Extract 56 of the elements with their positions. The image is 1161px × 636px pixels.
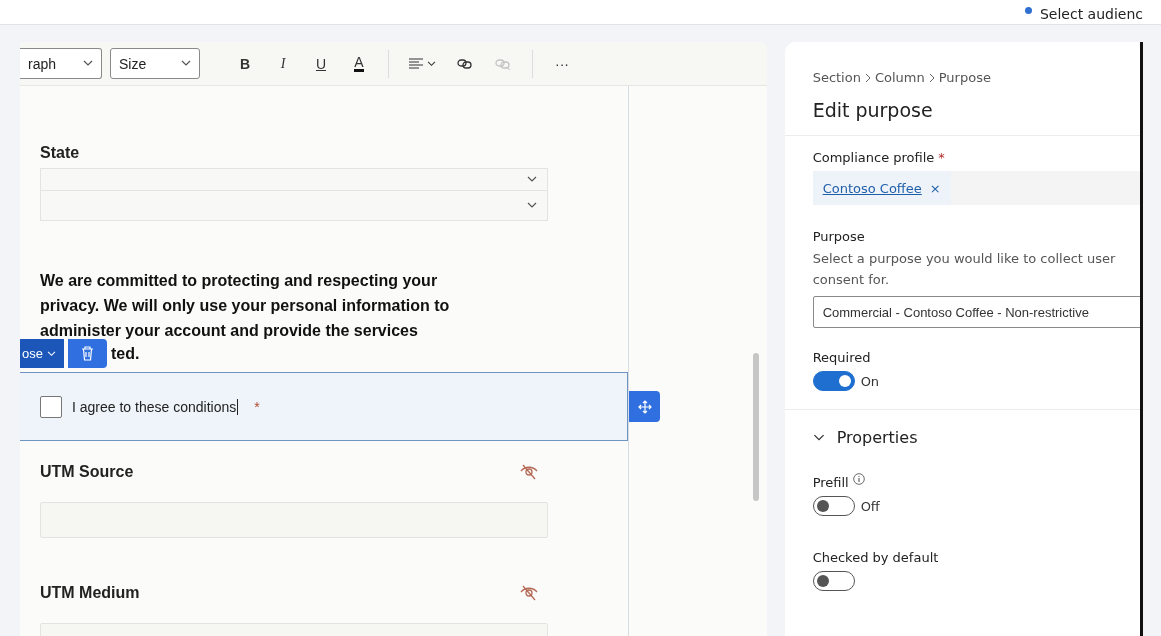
consent-checkbox-row[interactable]: I agree to these conditions * bbox=[20, 372, 628, 441]
delete-button[interactable] bbox=[67, 339, 107, 368]
size-select[interactable]: Size bbox=[110, 48, 200, 79]
field-label: UTM Medium bbox=[40, 584, 140, 602]
breadcrumb-item[interactable]: Purpose bbox=[938, 70, 991, 85]
font-color-button[interactable]: A bbox=[344, 48, 374, 79]
chevron-down-icon bbox=[427, 60, 436, 67]
toggle-state: Off bbox=[860, 498, 880, 514]
breadcrumb-item[interactable]: Section bbox=[812, 70, 861, 85]
chevron-down-icon bbox=[181, 60, 191, 67]
italic-button[interactable]: I bbox=[268, 48, 298, 79]
chevron-down-icon bbox=[83, 60, 93, 67]
field-label: State bbox=[40, 144, 81, 162]
compliance-tag[interactable]: Contoso Coffee × bbox=[812, 171, 951, 205]
toggle-switch[interactable] bbox=[812, 371, 855, 391]
chevron-down-icon bbox=[527, 202, 537, 209]
move-handle[interactable] bbox=[629, 391, 660, 422]
more-button[interactable]: ··· bbox=[547, 48, 577, 79]
field-label: UTM Source bbox=[40, 463, 134, 481]
toggle-switch[interactable] bbox=[812, 571, 855, 591]
consent-paragraph-end: ted. bbox=[110, 344, 140, 363]
move-arrows-icon bbox=[637, 399, 652, 414]
remove-tag-button[interactable]: × bbox=[929, 180, 941, 196]
paragraph-select[interactable]: raph bbox=[20, 48, 102, 79]
element-type-menu[interactable]: ose bbox=[20, 339, 64, 368]
breadcrumb-item[interactable]: Column bbox=[874, 70, 925, 85]
compliance-field[interactable]: Contoso Coffee × bbox=[812, 171, 1140, 205]
select-audience-button[interactable]: Select audienc bbox=[1039, 6, 1143, 22]
field-label: Prefill bbox=[812, 475, 849, 490]
field-label: Purpose bbox=[812, 229, 865, 244]
bold-button[interactable]: B bbox=[230, 48, 260, 79]
help-text: Select a purpose you would like to collect user consent for. bbox=[812, 250, 1117, 289]
field-label: Compliance profile bbox=[812, 150, 935, 165]
chevron-down-icon bbox=[46, 350, 56, 357]
chevron-icon bbox=[812, 433, 825, 442]
scrollbar-thumb[interactable] bbox=[752, 353, 759, 501]
toggle-switch[interactable] bbox=[812, 496, 855, 516]
purpose-select[interactable]: Commercial - Contoso Coffee - Non-restrictive bbox=[812, 296, 1140, 328]
checkbox[interactable] bbox=[40, 395, 62, 418]
required-asterisk: * bbox=[938, 150, 945, 165]
link-icon bbox=[457, 57, 473, 70]
trash-icon bbox=[80, 346, 94, 361]
status-dot-icon bbox=[1024, 7, 1032, 14]
toggle-state: On bbox=[860, 373, 880, 389]
chevron-right-icon bbox=[864, 72, 871, 83]
required-asterisk: * bbox=[254, 398, 260, 415]
field-label: Checked by default bbox=[812, 550, 939, 565]
unlink-icon bbox=[495, 57, 511, 70]
text-input-field[interactable] bbox=[40, 502, 548, 538]
chevron-right-icon bbox=[928, 72, 935, 83]
chevron-down-icon bbox=[527, 176, 537, 183]
underline-button[interactable]: U bbox=[306, 48, 336, 79]
align-left-icon bbox=[409, 57, 423, 70]
checkbox-label: I agree to these conditions bbox=[72, 398, 239, 415]
field-label: Required bbox=[812, 350, 871, 365]
panel-title: Edit purpose bbox=[812, 99, 934, 121]
